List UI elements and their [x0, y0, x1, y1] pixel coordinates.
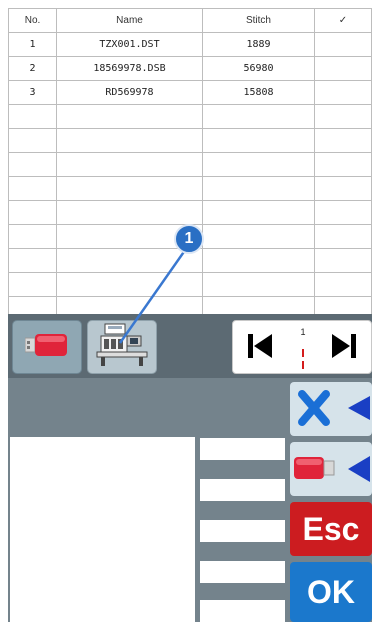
table-row[interactable] [9, 129, 372, 153]
column-header-no: No. [9, 9, 57, 33]
cell-check [315, 249, 372, 273]
cell-check [315, 153, 372, 177]
cell-stitch [203, 153, 315, 177]
usb-import-button[interactable] [290, 442, 372, 496]
cell-check [315, 225, 372, 249]
cell-name [57, 201, 203, 225]
info-field-3 [200, 520, 285, 542]
esc-button[interactable]: Esc [290, 502, 372, 556]
cell-no [9, 249, 57, 273]
cell-stitch [203, 249, 315, 273]
info-field-5 [200, 600, 285, 622]
cell-stitch [203, 201, 315, 225]
table-row[interactable] [9, 105, 372, 129]
table-row[interactable]: 1 TZX001.DST 1889 [9, 33, 372, 57]
cell-check [315, 105, 372, 129]
delete-icon [290, 390, 372, 440]
cell-name [57, 129, 203, 153]
cell-stitch [203, 273, 315, 297]
cell-no: 1 [9, 33, 57, 57]
cell-no: 3 [9, 81, 57, 105]
cell-stitch [203, 105, 315, 129]
cell-check [315, 81, 372, 105]
cell-name [57, 273, 203, 297]
cell-no [9, 225, 57, 249]
cell-no [9, 201, 57, 225]
cell-check [315, 273, 372, 297]
cell-stitch: 56980 [203, 57, 315, 81]
usb-source-button[interactable] [12, 320, 82, 374]
column-header-name: Name [57, 9, 203, 33]
table-row[interactable]: 2 18569978.DSB 56980 [9, 57, 372, 81]
last-page-icon [329, 331, 359, 365]
cell-check [315, 129, 372, 153]
cell-no [9, 129, 57, 153]
design-preview-area [10, 437, 195, 622]
cell-name: 18569978.DSB [57, 57, 203, 81]
cell-name [57, 249, 203, 273]
file-table: No. Name Stitch ✓ 1 TZX001.DST 1889 2 185699… [8, 8, 372, 321]
ok-button[interactable]: OK [290, 562, 372, 622]
cell-name [57, 153, 203, 177]
cell-stitch [203, 225, 315, 249]
callout-badge: 1 [174, 224, 204, 254]
last-page-button[interactable] [319, 326, 369, 370]
info-field-2 [200, 479, 285, 501]
cell-no [9, 105, 57, 129]
first-page-button[interactable] [235, 326, 285, 370]
cell-stitch [203, 177, 315, 201]
cell-name: RD569978 [57, 81, 203, 105]
cell-name [57, 105, 203, 129]
info-field-1 [200, 438, 285, 460]
column-header-check: ✓ [315, 9, 372, 33]
usb-import-icon [290, 456, 372, 500]
cell-check [315, 177, 372, 201]
embroidery-machine-icon [95, 322, 149, 372]
cell-check [315, 201, 372, 225]
cell-stitch [203, 129, 315, 153]
cell-no: 2 [9, 57, 57, 81]
page-indicator: 1 [289, 321, 317, 375]
usb-drive-icon [24, 332, 69, 362]
table-row[interactable] [9, 153, 372, 177]
cell-name: TZX001.DST [57, 33, 203, 57]
info-field-4 [200, 561, 285, 583]
page-position-marker [302, 349, 304, 369]
column-header-stitch: Stitch [203, 9, 315, 33]
page-number: 1 [300, 327, 306, 337]
cell-check [315, 33, 372, 57]
first-page-icon [245, 331, 275, 365]
table-row[interactable]: 3 RD569978 15808 [9, 81, 372, 105]
table-row[interactable] [9, 177, 372, 201]
cell-stitch: 15808 [203, 81, 315, 105]
cell-name [57, 177, 203, 201]
cell-no [9, 153, 57, 177]
cell-no [9, 177, 57, 201]
cell-stitch: 1889 [203, 33, 315, 57]
table-row[interactable] [9, 273, 372, 297]
table-row[interactable] [9, 201, 372, 225]
delete-button[interactable] [290, 382, 372, 436]
machine-memory-button[interactable] [87, 320, 157, 374]
cell-check [315, 57, 372, 81]
cell-no [9, 273, 57, 297]
page-navigator: 1 [232, 320, 372, 374]
table-header: No. Name Stitch ✓ [9, 9, 372, 33]
